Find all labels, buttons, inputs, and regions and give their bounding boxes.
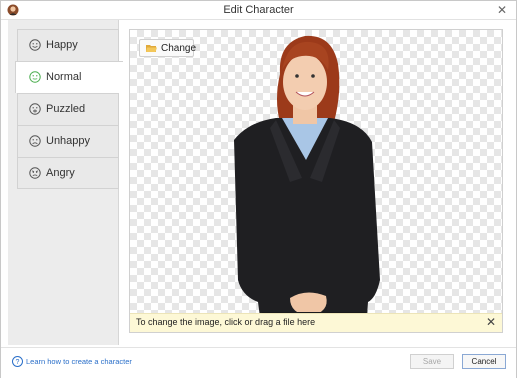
save-button[interactable]: Save	[410, 354, 454, 369]
mood-label: Puzzled	[46, 103, 86, 115]
edit-character-dialog: Edit Character ✕ Happy Normal Puzzled Un…	[0, 0, 517, 378]
hint-text: To change the image, click or drag a fil…	[136, 317, 316, 327]
question-circle-icon[interactable]: ?	[12, 356, 23, 367]
mood-item-normal[interactable]: Normal	[15, 61, 123, 93]
hint-bar: To change the image, click or drag a fil…	[130, 313, 502, 332]
cancel-button[interactable]: Cancel	[462, 354, 506, 369]
puzzled-face-icon	[29, 103, 41, 115]
title-bar: Edit Character ✕	[1, 1, 516, 20]
help-link[interactable]: Learn how to create a character	[26, 357, 132, 366]
mood-label: Angry	[46, 167, 75, 179]
dialog-footer: ? Learn how to create a character Save C…	[1, 347, 516, 378]
unhappy-face-icon	[29, 135, 41, 147]
mood-item-happy[interactable]: Happy	[17, 29, 119, 61]
close-icon[interactable]: ✕	[493, 3, 511, 17]
character-image-canvas[interactable]: Change To change the image, click or dra…	[129, 29, 503, 333]
change-image-button[interactable]: Change	[139, 39, 197, 57]
svg-text:?: ?	[16, 359, 20, 366]
window-title: Edit Character	[223, 4, 294, 16]
happy-face-icon	[29, 39, 41, 51]
change-label: Change	[161, 43, 197, 54]
close-icon[interactable]: ✕	[486, 315, 496, 329]
normal-face-icon	[29, 71, 41, 83]
mood-label: Happy	[46, 39, 78, 51]
mood-sidebar: Happy Normal Puzzled Unhappy Angry	[8, 20, 123, 345]
mood-item-angry[interactable]: Angry	[17, 157, 119, 189]
character-image	[234, 35, 380, 332]
mood-label: Unhappy	[46, 135, 91, 147]
mood-item-puzzled[interactable]: Puzzled	[17, 93, 119, 125]
angry-face-icon	[29, 167, 41, 179]
mood-list: Happy Normal Puzzled Unhappy Angry	[15, 29, 123, 189]
mood-item-unhappy[interactable]: Unhappy	[17, 125, 119, 157]
folder-open-icon	[146, 45, 157, 52]
mood-label: Normal	[46, 71, 82, 83]
